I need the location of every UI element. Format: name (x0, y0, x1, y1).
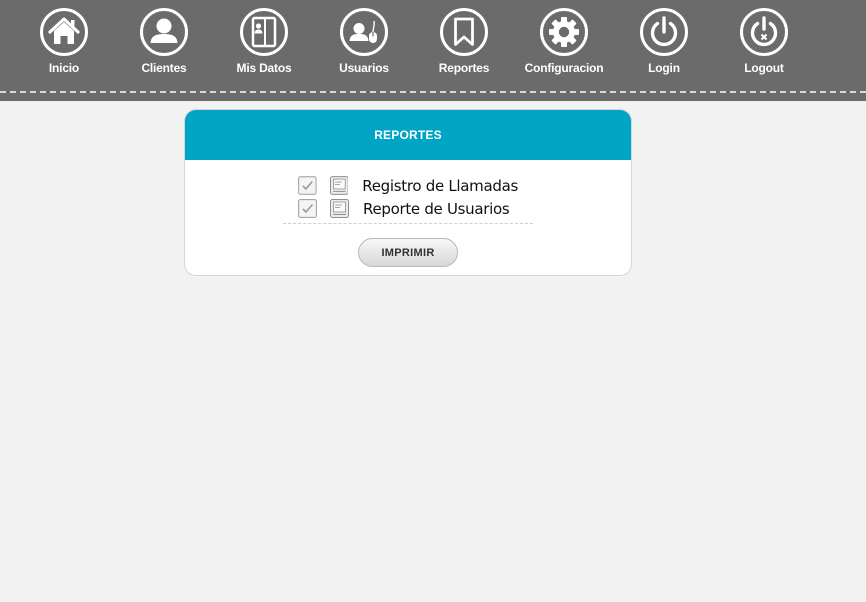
gear-icon (540, 8, 588, 56)
top-navigation-bar: Inicio Clientes Mis Datos Usuarios Repor… (0, 0, 866, 101)
nav-label: Mis Datos (236, 61, 292, 75)
nav-label: Reportes (438, 61, 490, 75)
report-item-reporte-usuarios: Reporte de Usuarios (298, 197, 518, 220)
divider (0, 91, 866, 93)
document-icon[interactable] (330, 199, 349, 218)
checkbox-checked-icon[interactable] (298, 176, 317, 195)
print-button[interactable]: IMPRIMIR (358, 238, 458, 267)
nav-label: Configuracion (524, 61, 604, 75)
user-mouse-icon (340, 8, 388, 56)
power-icon (640, 8, 688, 56)
home-icon (40, 8, 88, 56)
bookmark-icon (440, 8, 488, 56)
nav-item-usuarios[interactable]: Usuarios (309, 7, 419, 83)
power-off-icon (740, 8, 788, 56)
user-icon (140, 8, 188, 56)
nav-label: Clientes (141, 61, 187, 75)
nav-item-reportes[interactable]: Reportes (409, 7, 519, 83)
nav-item-configuracion[interactable]: Configuracion (509, 7, 619, 83)
nav-item-inicio[interactable]: Inicio (9, 7, 119, 83)
divider (283, 223, 533, 224)
nav-label: Inicio (48, 61, 80, 75)
nav-item-login[interactable]: Login (609, 7, 719, 83)
nav-label: Logout (744, 61, 784, 75)
contact-book-icon (240, 8, 288, 56)
nav-label: Usuarios (339, 61, 389, 75)
document-icon[interactable] (329, 176, 349, 195)
nav-item-logout[interactable]: Logout (709, 7, 819, 83)
reports-panel: REPORTES Registro de Llamadas Reporte de… (184, 109, 632, 276)
nav-label: Login (648, 61, 680, 75)
checkbox-checked-icon[interactable] (298, 199, 317, 218)
report-label: Registro de Llamadas (362, 176, 518, 195)
report-list: Registro de Llamadas Reporte de Usuarios (298, 174, 518, 220)
nav-item-mis-datos[interactable]: Mis Datos (209, 7, 319, 83)
report-item-registro-llamadas: Registro de Llamadas (298, 174, 518, 197)
nav-item-clientes[interactable]: Clientes (109, 7, 219, 83)
report-label: Reporte de Usuarios (363, 199, 510, 218)
panel-title: REPORTES (185, 110, 631, 160)
